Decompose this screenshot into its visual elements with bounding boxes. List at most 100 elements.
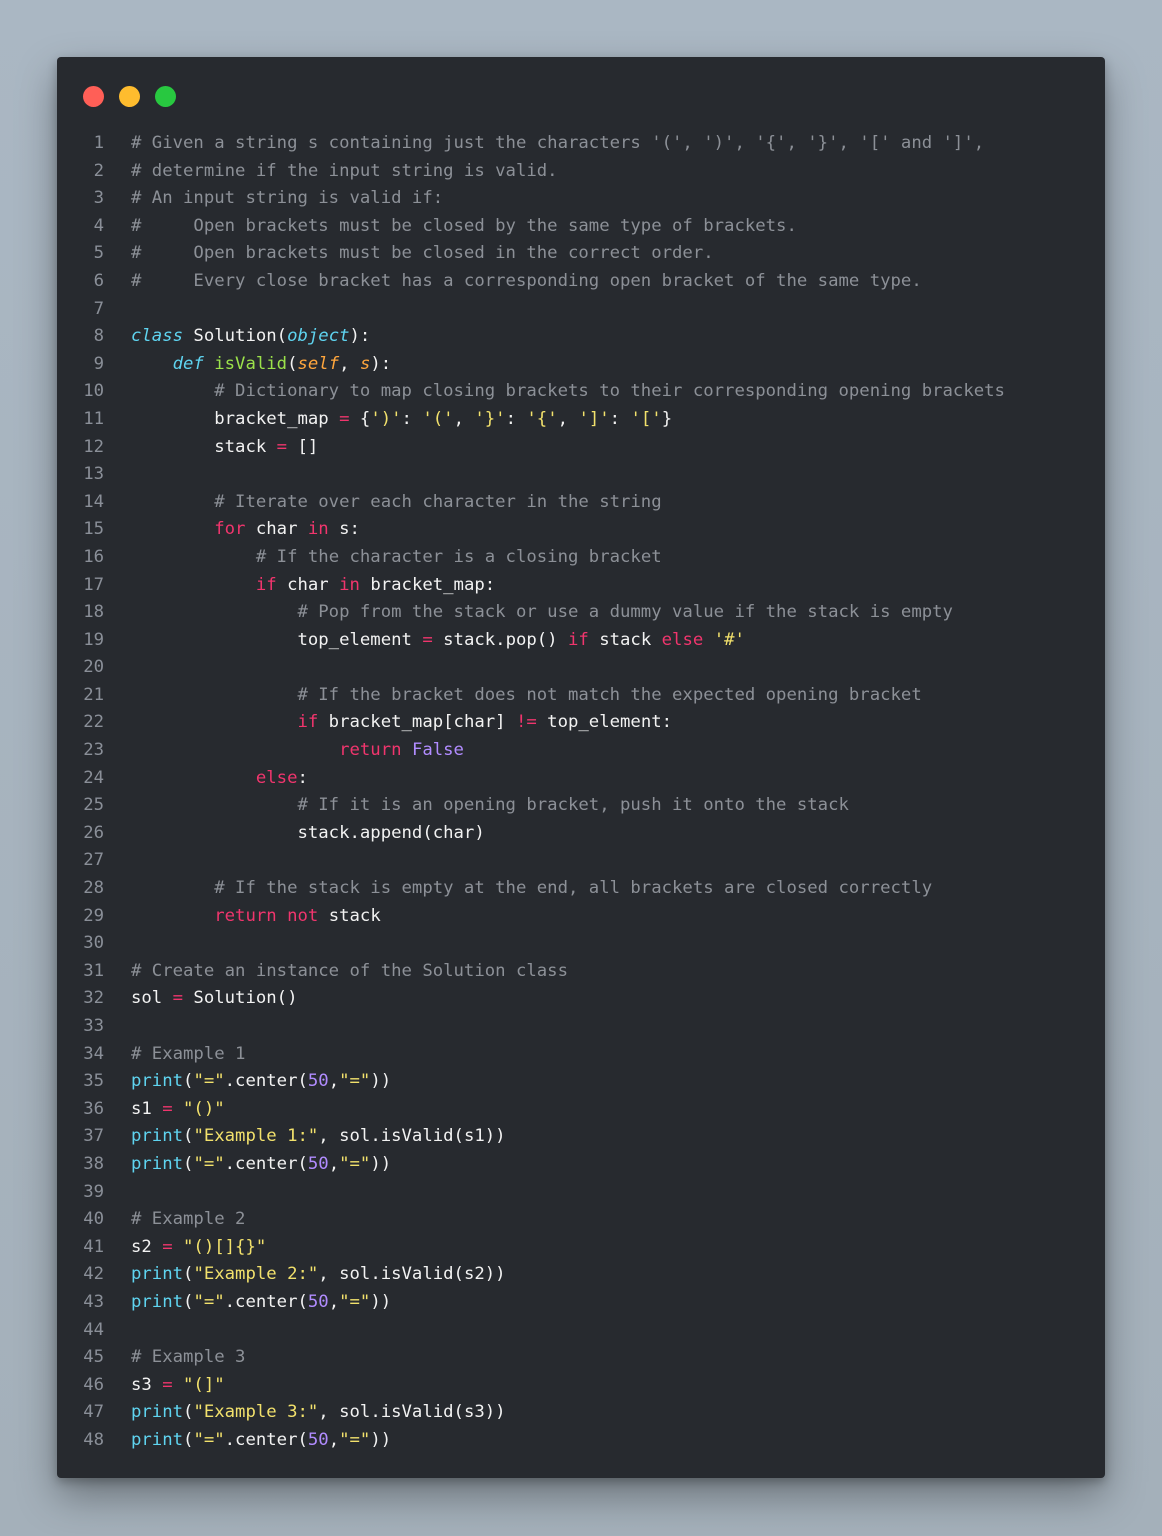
line-source: if bracket_map[char] != top_element: <box>131 709 672 737</box>
code-editor[interactable]: 1 # Given a string s containing just the … <box>57 130 1105 1455</box>
code-token: '#' <box>713 629 745 650</box>
line-source: else: <box>131 765 308 793</box>
code-token: # An input string is valid if: <box>131 188 444 209</box>
code-line: 19 top_element = stack.pop() if stack el… <box>57 627 1105 655</box>
code-token: # Iterate over each character in the str… <box>214 491 662 512</box>
code-token: if <box>568 629 589 650</box>
code-token: , sol.isValid(s2)) <box>318 1264 506 1285</box>
code-line: 23 return False <box>57 737 1105 765</box>
code-token: False <box>411 740 464 761</box>
line-number: 13 <box>83 464 104 485</box>
code-token: stack.pop() <box>432 629 568 650</box>
code-token: in <box>307 519 329 540</box>
line-source: class Solution(object): <box>131 323 370 351</box>
code-token: object <box>287 326 350 347</box>
close-window-button[interactable] <box>83 86 104 107</box>
code-line: 6 # Every close bracket has a correspondi… <box>57 268 1105 296</box>
line-number: 16 <box>83 546 104 567</box>
code-line: 45 # Example 3 <box>57 1344 1105 1372</box>
code-token: print <box>131 1153 184 1174</box>
code-token: print <box>131 1126 184 1147</box>
code-token: s3 <box>131 1374 163 1395</box>
code-line: 16 # If the character is a closing brack… <box>57 544 1105 572</box>
code-token: "=" <box>193 1153 225 1174</box>
line-source: # Example 1 <box>131 1041 245 1069</box>
line-source: print("=".center(50,"=")) <box>131 1289 391 1317</box>
code-line: 47 print("Example 3:", sol.isValid(s3)) <box>57 1399 1105 1427</box>
code-line: 22 if bracket_map[char] != top_element: <box>57 709 1105 737</box>
line-source: for char in s: <box>131 516 360 544</box>
code-token: ( <box>183 1402 194 1423</box>
code-token: '{' <box>526 408 558 429</box>
line-source: top_element = stack.pop() if stack else … <box>131 627 745 655</box>
code-token: s: <box>328 519 360 540</box>
line-source: stack = [] <box>131 434 318 462</box>
code-token: # If it is an opening bracket, push it o… <box>297 795 849 816</box>
code-line: 27 <box>57 847 1105 875</box>
code-token: = <box>162 1098 173 1119</box>
line-number: 25 <box>83 795 104 816</box>
code-token: top_element: <box>536 712 673 733</box>
code-token: "=" <box>193 1071 225 1092</box>
code-token: print <box>131 1071 184 1092</box>
code-line: 10 # Dictionary to map closing brackets … <box>57 378 1105 406</box>
code-line: 40 # Example 2 <box>57 1206 1105 1234</box>
line-number: 20 <box>83 657 104 678</box>
line-number: 46 <box>83 1374 104 1395</box>
code-token: "(]" <box>183 1374 225 1395</box>
minimize-window-button[interactable] <box>119 86 140 107</box>
code-token: "=" <box>339 1071 371 1092</box>
line-number: 28 <box>83 878 104 899</box>
line-source: return not stack <box>131 903 381 931</box>
maximize-window-button[interactable] <box>155 86 176 107</box>
code-token: .center( <box>224 1291 308 1312</box>
line-number: 19 <box>83 629 104 650</box>
code-token: "Example 3:" <box>193 1402 319 1423</box>
code-token: char <box>276 574 340 595</box>
code-token: , sol.isValid(s3)) <box>318 1402 506 1423</box>
code-line: 48 print("=".center(50,"=")) <box>57 1427 1105 1455</box>
line-number: 30 <box>83 933 104 954</box>
line-source: # Every close bracket has a correspondin… <box>131 268 922 296</box>
code-token: not <box>287 905 319 926</box>
code-line: 30 <box>57 930 1105 958</box>
code-token: = <box>162 1374 173 1395</box>
code-token: 50 <box>307 1153 329 1174</box>
line-number: 3 <box>93 188 104 209</box>
line-source: # If the character is a closing bracket <box>131 544 662 572</box>
code-token: stack <box>318 905 381 926</box>
line-source: # Dictionary to map closing brackets to … <box>131 378 1005 406</box>
code-line: 4 # Open brackets must be closed by the s… <box>57 213 1105 241</box>
code-token: # Example 2 <box>131 1209 246 1230</box>
code-token: s2 <box>131 1236 163 1257</box>
code-line: 17 if char in bracket_map: <box>57 572 1105 600</box>
code-token: 50 <box>307 1291 329 1312</box>
code-token: return <box>339 740 402 761</box>
code-token: ( <box>287 353 298 374</box>
code-line: 9 def isValid(self, s): <box>57 351 1105 379</box>
line-number: 2 <box>93 160 104 181</box>
line-number: 27 <box>83 850 104 871</box>
code-token: "=" <box>193 1429 225 1450</box>
line-number: 33 <box>83 1016 104 1036</box>
code-token: "=" <box>339 1291 371 1312</box>
code-token: # Dictionary to map closing brackets to … <box>214 381 1005 402</box>
line-number: 4 <box>93 215 104 236</box>
code-token: self <box>297 353 340 374</box>
code-token: # Create an instance of the Solution cla… <box>131 960 568 981</box>
code-token: : <box>609 408 631 429</box>
code-token: "=" <box>339 1153 371 1174</box>
code-token: # If the bracket does not match the expe… <box>297 684 922 705</box>
code-line: 44 <box>57 1317 1105 1345</box>
code-token: != <box>515 712 537 733</box>
code-token: = <box>276 436 288 457</box>
